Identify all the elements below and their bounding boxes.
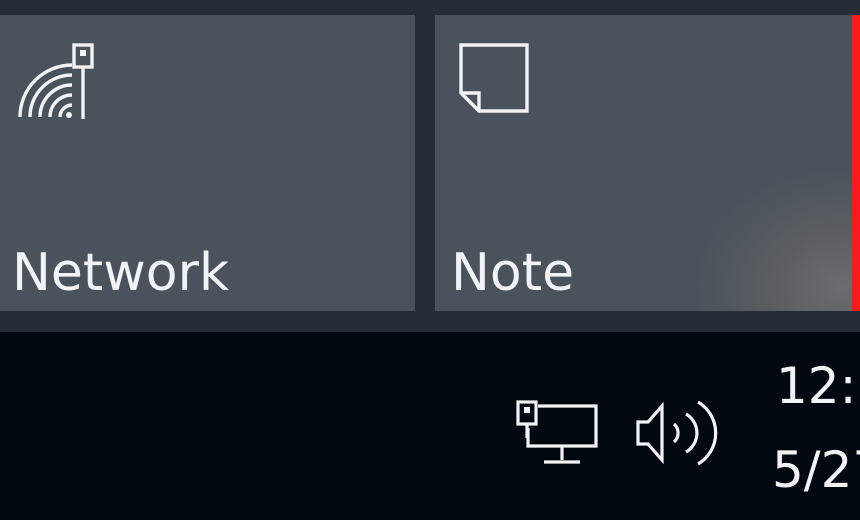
network-quick-action-tile[interactable]: Network	[0, 15, 415, 311]
note-quick-action-tile[interactable]: Note	[435, 15, 860, 311]
clock-date: 5/27	[772, 441, 860, 499]
network-tray-button[interactable]	[514, 398, 602, 470]
action-center-panel: Network Note	[0, 0, 860, 332]
clock-time: 12:5	[776, 357, 860, 415]
volume-tray-button[interactable]	[634, 394, 724, 472]
volume-icon	[636, 400, 718, 466]
desktop-screen: Network Note 12: 5/2	[0, 0, 860, 520]
note-icon	[459, 43, 529, 113]
network-icon	[18, 43, 94, 119]
network-status-icon	[516, 400, 598, 464]
network-tile-label: Network	[12, 243, 230, 303]
taskbar-clock[interactable]: 12:5 5/27	[772, 352, 860, 520]
taskbar: 12:5 5/27	[0, 332, 860, 520]
note-tile-label: Note	[451, 243, 575, 303]
focus-outline	[852, 15, 860, 311]
